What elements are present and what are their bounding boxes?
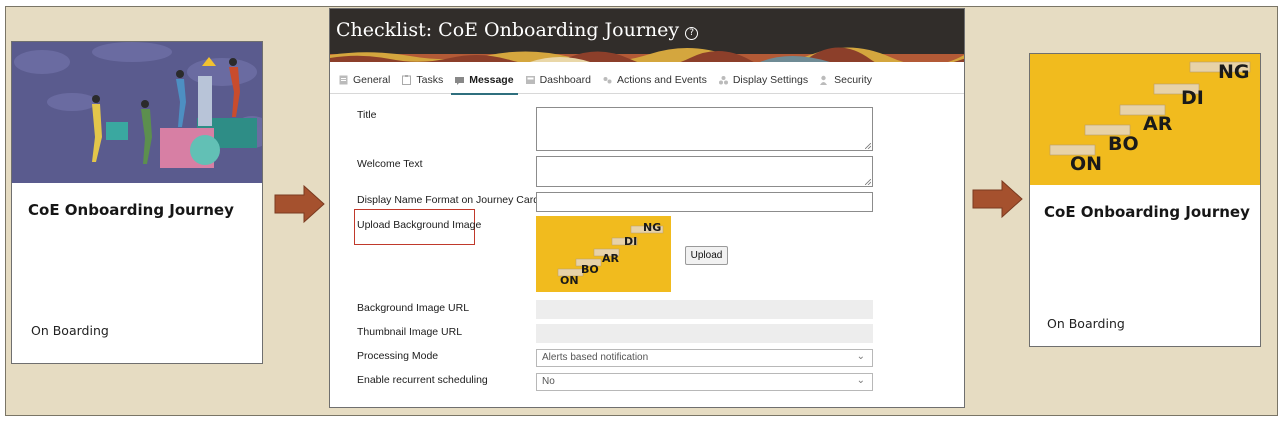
image-step-on: ON (1070, 153, 1102, 175)
recurrent-scheduling-label: Enable recurrent scheduling (357, 374, 488, 386)
card-title: CoE Onboarding Journey (28, 201, 234, 219)
card-title: CoE Onboarding Journey (1044, 203, 1250, 221)
thumb-step-di: DI (624, 235, 637, 248)
tab-dashboard[interactable]: Dashboard (525, 66, 591, 94)
onboarding-stairs-image: ON BO AR DI NG (1030, 54, 1260, 185)
right-arrow-icon (972, 179, 1023, 219)
display-icon (718, 75, 728, 84)
dialog-title: Checklist: CoE Onboarding Journey (336, 19, 680, 41)
journey-card-after[interactable]: ON BO AR DI NG CoE Onboarding Journey On… (1029, 53, 1261, 347)
thumb-step-ng: NG (643, 221, 661, 234)
tab-actions-events[interactable]: Actions and Events (603, 66, 707, 94)
welcome-text-textarea[interactable] (536, 156, 873, 187)
upload-background-label: Upload Background Image (357, 219, 482, 231)
thumbnail-image-url-input[interactable] (536, 324, 873, 343)
thumb-step-bo: BO (581, 263, 599, 276)
display-name-format-input[interactable] (536, 192, 873, 212)
welcome-text-label: Welcome Text (357, 158, 423, 170)
image-step-bo: BO (1108, 133, 1139, 155)
card-illustration (12, 42, 262, 183)
thumbnail-image-url-label: Thumbnail Image URL (357, 326, 463, 338)
image-step-ng: NG (1218, 61, 1250, 83)
message-icon (455, 76, 465, 85)
thumb-step-ar: AR (602, 252, 620, 265)
background-image-url-input[interactable] (536, 300, 873, 319)
background-image-thumbnail: ON BO AR DI NG (536, 216, 671, 292)
tab-tasks[interactable]: Tasks (402, 66, 443, 94)
security-icon (820, 75, 828, 85)
recurrent-scheduling-select[interactable]: No ⌄ (536, 373, 873, 391)
checklist-dialog: Checklist: CoE Onboarding Journey? Gener… (329, 8, 965, 408)
tab-message[interactable]: Message (451, 66, 518, 95)
dialog-header: Checklist: CoE Onboarding Journey? (330, 9, 964, 62)
chevron-down-icon: ⌄ (856, 375, 865, 386)
thumb-step-on: ON (560, 274, 579, 287)
tab-label: Dashboard (539, 73, 591, 86)
tab-bar: General Tasks Message Dashboard Actions … (330, 66, 964, 95)
tab-label: Security (834, 73, 873, 86)
clipboard-icon (402, 74, 412, 85)
card-category: On Boarding (1047, 316, 1125, 331)
journey-card-before[interactable]: CoE Onboarding Journey On Boarding (11, 41, 263, 364)
upload-button[interactable]: Upload (685, 246, 728, 265)
chevron-down-icon: ⌄ (856, 351, 865, 362)
dashboard-icon (525, 75, 535, 84)
title-textarea[interactable] (536, 107, 873, 151)
tab-security[interactable]: Security (820, 66, 872, 94)
recurrent-scheduling-value: No (542, 376, 555, 387)
tab-label: General (353, 73, 391, 86)
tab-label: Tasks (416, 73, 444, 86)
tab-label: Display Settings (732, 73, 809, 86)
title-label: Title (357, 109, 377, 121)
display-name-format-label: Display Name Format on Journey Card (357, 194, 540, 206)
doc-icon (339, 75, 348, 84)
image-step-ar: AR (1143, 113, 1173, 135)
resize-handle-icon[interactable] (865, 179, 871, 185)
right-arrow-icon (274, 184, 325, 224)
image-step-di: DI (1181, 87, 1204, 109)
help-icon[interactable]: ? (685, 27, 699, 40)
processing-mode-select[interactable]: Alerts based notification ⌄ (536, 349, 873, 367)
tab-label: Message (469, 73, 514, 86)
card-category: On Boarding (31, 323, 109, 338)
processing-mode-label: Processing Mode (357, 350, 439, 362)
tab-display-settings[interactable]: Display Settings (718, 66, 809, 94)
background-image-url-label: Background Image URL (357, 302, 470, 314)
tab-general[interactable]: General (339, 66, 390, 94)
resize-handle-icon[interactable] (865, 143, 871, 149)
events-icon (603, 76, 612, 83)
tab-label: Actions and Events (616, 73, 707, 86)
processing-mode-value: Alerts based notification (542, 352, 649, 363)
